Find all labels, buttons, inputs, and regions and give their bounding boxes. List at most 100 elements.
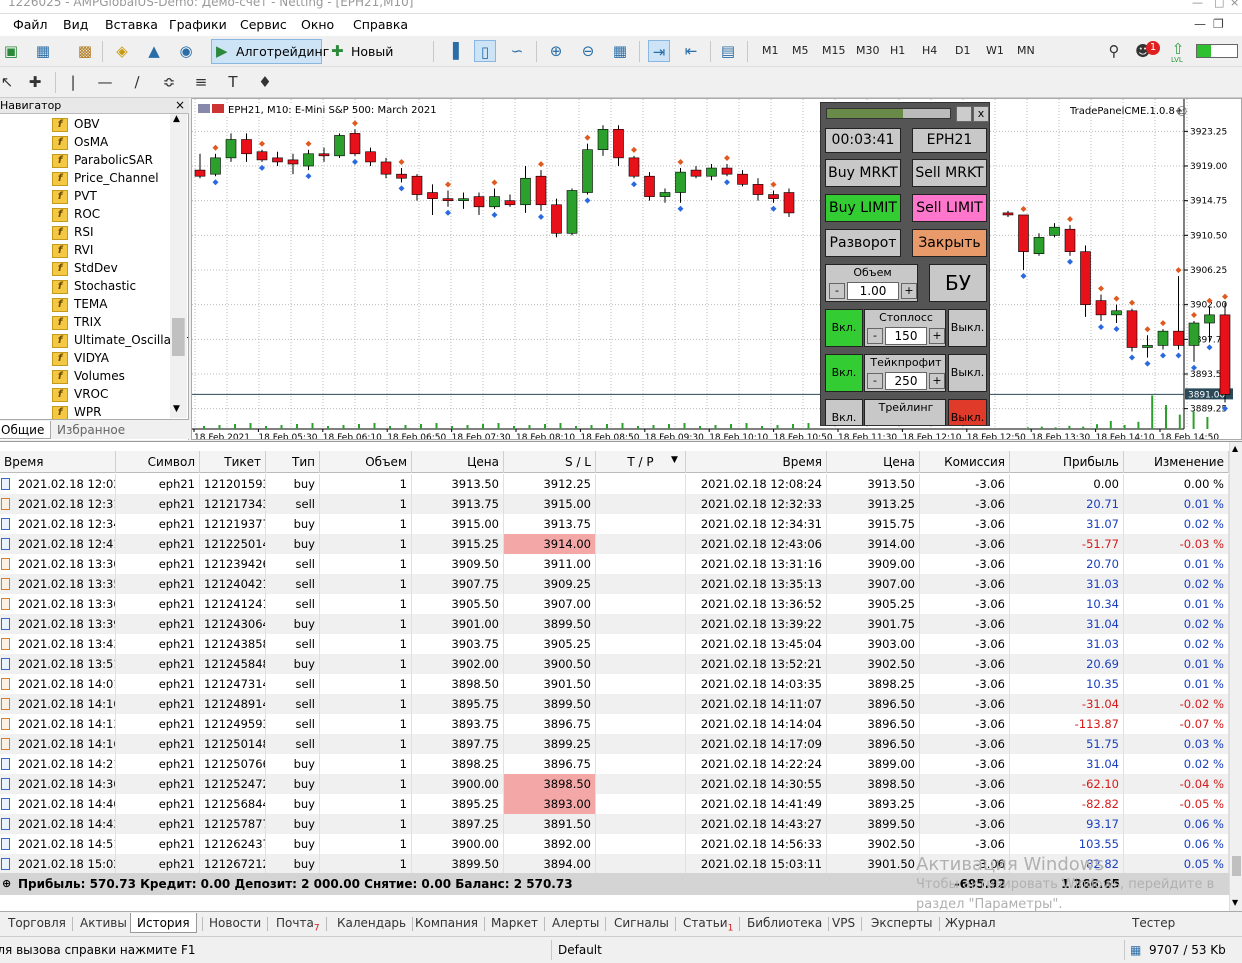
table-row[interactable]: 2021.02.18 14:30...eph21121252472buy1390… — [0, 774, 1229, 794]
column-header[interactable]: S / L — [504, 451, 596, 473]
volume-increase-button[interactable]: + — [901, 283, 917, 299]
navigator-item[interactable]: f ParabolicSAR — [52, 151, 153, 169]
tab-15[interactable]: Журнал — [945, 913, 996, 933]
tab-13[interactable]: VPS — [832, 913, 863, 933]
line-chart-icon[interactable]: ∽ — [506, 40, 528, 62]
tab-8[interactable]: Маркет — [491, 913, 545, 933]
new-order-button[interactable]: ✚ Новый ордер — [326, 39, 427, 82]
shapes-icon[interactable]: ♦ — [254, 71, 276, 93]
tab-2[interactable]: Активы — [80, 913, 134, 933]
table-row[interactable]: 2021.02.18 13:36...eph21121241241sell139… — [0, 594, 1229, 614]
menu-charts[interactable]: Графики — [169, 17, 227, 32]
maximize-icon[interactable]: □ — [1214, 0, 1224, 9]
tab-11[interactable]: Статьи1 — [683, 913, 741, 933]
timeframe-w1[interactable]: W1 — [986, 44, 1004, 57]
table-row[interactable]: 2021.02.18 14:16...eph21121250148sell138… — [0, 734, 1229, 754]
algo-trading-button[interactable]: ▶ Алготрейдинг — [211, 39, 329, 64]
stoploss-on-button[interactable]: Вкл. — [825, 309, 863, 347]
column-header[interactable]: Тикет — [200, 451, 266, 473]
fibonacci-icon[interactable]: ≡ — [190, 71, 212, 93]
navigator-item[interactable]: f PVT — [52, 187, 97, 205]
column-header[interactable]: Цена — [412, 451, 504, 473]
table-row[interactable]: 2021.02.18 14:01...eph21121247314sell138… — [0, 674, 1229, 694]
tab-5[interactable]: Почта7 — [276, 913, 327, 933]
navigator-item[interactable]: f VIDYA — [52, 349, 109, 367]
channel-icon[interactable]: ≎ — [158, 71, 180, 93]
minimize-icon[interactable]: — — [1192, 0, 1203, 9]
table-row[interactable]: 2021.02.18 12:41...eph21121225014buy1391… — [0, 534, 1229, 554]
column-header[interactable]: Тип — [266, 451, 320, 473]
takeprofit-increase-button[interactable]: + — [929, 373, 945, 389]
menu-view[interactable]: Вид — [63, 17, 88, 32]
takeprofit-off-button[interactable]: Выкл. — [948, 354, 987, 392]
stoploss-decrease-button[interactable]: - — [867, 328, 883, 344]
panel-close-button[interactable]: x — [973, 106, 989, 122]
tile-windows-icon[interactable]: ▦ — [609, 40, 631, 62]
text-label-icon[interactable]: T — [222, 71, 244, 93]
scroll-up-icon[interactable]: ▲ — [1232, 444, 1238, 453]
navigator-scrollbar[interactable]: ▲ ▼ — [170, 114, 187, 418]
history-scrollbar[interactable]: ▲ ▼ — [1229, 442, 1242, 912]
column-header[interactable]: Комиссия — [920, 451, 1010, 473]
new-chart-icon[interactable]: ▣ — [0, 40, 22, 62]
tab-6[interactable]: Календарь — [337, 913, 414, 933]
chart-window[interactable]: 3923.25 3919.00 3914.75 3910.50 3906.25 3902.… — [191, 98, 1242, 440]
scroll-down-icon[interactable]: ▼ — [173, 404, 180, 414]
table-row[interactable]: 2021.02.18 14:13...eph21121249593sell138… — [0, 714, 1229, 734]
trailing-on-button[interactable]: Вкл. — [825, 399, 863, 425]
navigator-icon[interactable]: ◈ — [111, 40, 133, 62]
navigator-item[interactable]: f TEMA — [52, 295, 107, 313]
column-header[interactable]: Время — [0, 451, 116, 473]
table-row[interactable]: 2021.02.18 13:39...eph21121243064buy1390… — [0, 614, 1229, 634]
close-icon[interactable]: × — [1230, 0, 1239, 9]
timeframe-mn[interactable]: MN — [1017, 44, 1035, 57]
signals-icon[interactable]: ◉ — [175, 40, 197, 62]
tab-1[interactable]: Торговля — [8, 913, 73, 933]
navigator-item[interactable]: f RVI — [52, 241, 93, 259]
takeprofit-on-button[interactable]: Вкл. — [825, 354, 863, 392]
navigator-item[interactable]: f OBV — [52, 115, 100, 133]
close-icon[interactable]: × — [175, 98, 185, 112]
tab-9[interactable]: Алерты — [552, 913, 607, 933]
table-row[interactable]: 2021.02.18 13:51...eph21121245848buy1390… — [0, 654, 1229, 674]
sell-market-button[interactable]: Sell MRKT — [912, 159, 987, 187]
volume-decrease-button[interactable]: - — [829, 283, 845, 299]
data-window-icon[interactable]: ▲ — [143, 40, 165, 62]
column-header[interactable]: Время — [686, 451, 827, 473]
table-row[interactable]: 2021.02.18 14:51...eph21121262437buy1390… — [0, 834, 1229, 854]
mdi-minimize-icon[interactable]: — — [1194, 17, 1206, 31]
table-row[interactable]: 2021.02.18 14:10...eph21121248914sell138… — [0, 694, 1229, 714]
tab-common[interactable]: Общие — [0, 421, 52, 439]
horizontal-line-icon[interactable]: — — [94, 71, 116, 93]
price-chart[interactable]: 3923.253919.003914.753910.503906.253902.… — [192, 99, 1242, 440]
timeframe-d1[interactable]: D1 — [955, 44, 970, 57]
tab-3[interactable]: История — [130, 913, 203, 933]
crosshair-icon[interactable]: ✚ — [24, 71, 46, 93]
templates-icon[interactable]: ▤ — [717, 40, 739, 62]
strategy-tester-tab[interactable]: Тестер стратегий — [1132, 913, 1242, 950]
scroll-thumb[interactable] — [172, 318, 185, 356]
table-row[interactable]: 2021.02.18 12:34...eph21121219377buy1391… — [0, 514, 1229, 534]
takeprofit-decrease-button[interactable]: - — [867, 373, 883, 389]
tab-7[interactable]: Компания — [415, 913, 485, 933]
table-row[interactable]: 2021.02.18 13:35...eph21121240421sell139… — [0, 574, 1229, 594]
navigator-item[interactable]: f ROC — [52, 205, 100, 223]
table-row[interactable]: 2021.02.18 13:30...eph21121239426sell139… — [0, 554, 1229, 574]
table-row[interactable]: 2021.02.18 14:43...eph21121257877buy1389… — [0, 814, 1229, 834]
timeframe-m1[interactable]: M1 — [762, 44, 779, 57]
navigator-item[interactable]: f OsMA — [52, 133, 108, 151]
tab-favorites[interactable]: Избранное — [51, 421, 131, 439]
navigator-item[interactable]: f RSI — [52, 223, 94, 241]
scroll-thumb[interactable] — [1232, 856, 1241, 876]
timeframe-m5[interactable]: M5 — [792, 44, 809, 57]
menu-tools[interactable]: Сервис — [240, 17, 287, 32]
scroll-down-icon[interactable]: ▼ — [1232, 898, 1238, 907]
sort-arrow-icon[interactable]: ▼ — [671, 455, 678, 465]
search-icon[interactable]: ⚲ — [1103, 40, 1125, 62]
vertical-line-icon[interactable]: | — [62, 71, 84, 93]
tab-12[interactable]: Библиотека — [747, 913, 830, 933]
scroll-up-icon[interactable]: ▲ — [173, 114, 180, 124]
navigator-item[interactable]: f VROC — [52, 385, 108, 403]
volume-input[interactable]: 1.00 — [847, 282, 899, 300]
table-row[interactable]: 2021.02.18 14:21...eph21121250766buy1389… — [0, 754, 1229, 774]
